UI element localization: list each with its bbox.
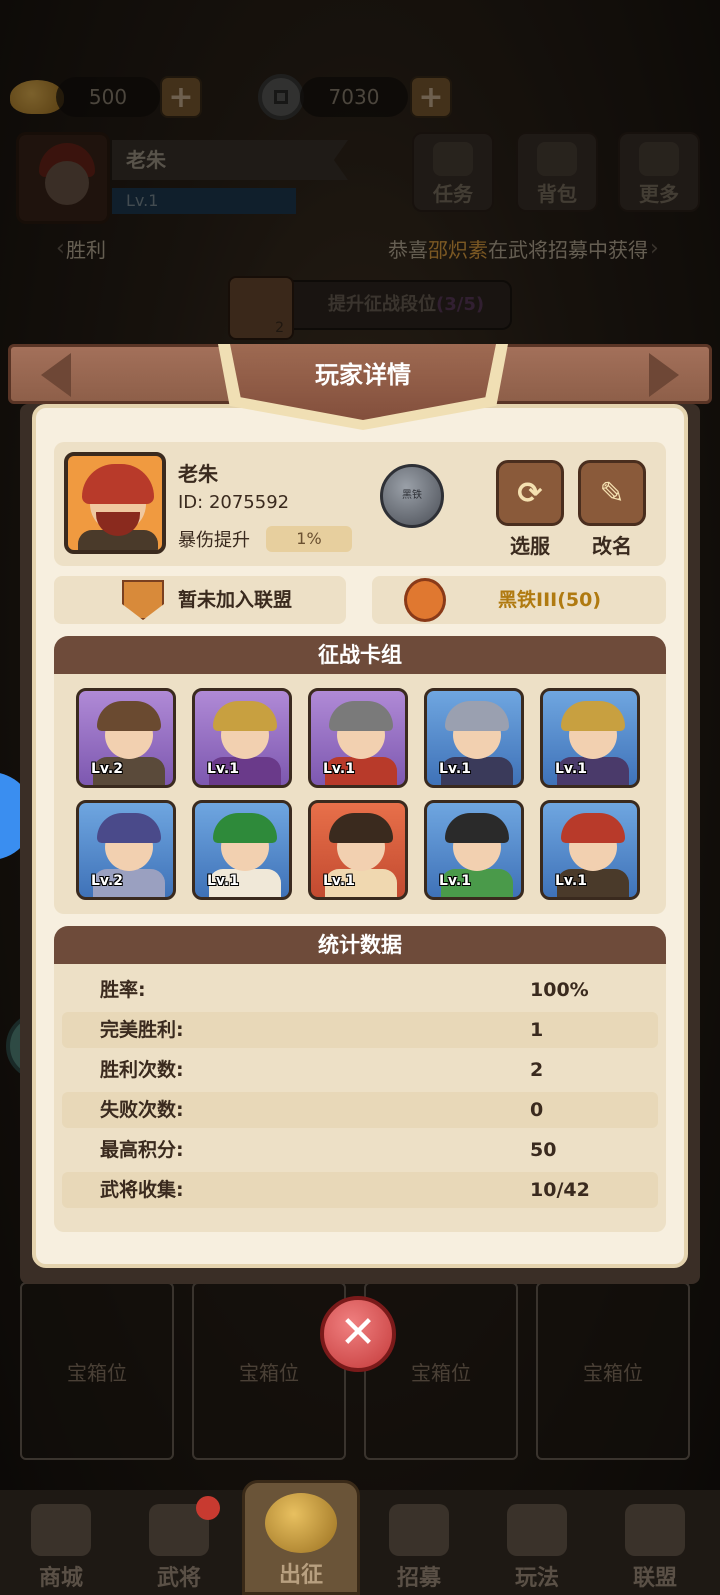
- avatar-hair: [82, 464, 154, 504]
- hero-card[interactable]: Lv.1: [540, 800, 640, 900]
- pencil-icon: ✎: [599, 475, 625, 511]
- battle-icon: [265, 1493, 337, 1553]
- chest-slot-4[interactable]: 宝箱位: [536, 1282, 690, 1460]
- chest-slot-2[interactable]: 宝箱位: [192, 1282, 346, 1460]
- nav-shop[interactable]: 商城: [6, 1496, 116, 1595]
- shop-icon: [31, 1504, 91, 1556]
- nav-heroes-label: 武将: [156, 1566, 201, 1591]
- stat-label: 武将收集:: [100, 1179, 184, 1201]
- hero-level: Lv.1: [439, 873, 471, 889]
- player-avatar[interactable]: [64, 452, 166, 554]
- player-name: 老朱: [178, 462, 218, 486]
- hero-card[interactable]: Lv.1: [540, 688, 640, 788]
- hero-hair: [329, 813, 393, 843]
- hero-level: Lv.1: [323, 761, 355, 777]
- nav-alliance-label: 联盟: [632, 1566, 677, 1591]
- recruit-scroll-icon: [389, 1504, 449, 1556]
- hero-card[interactable]: Lv.2: [76, 688, 176, 788]
- stat-row-high-score: 最高积分: 50: [62, 1132, 658, 1168]
- hero-level: Lv.1: [323, 873, 355, 889]
- close-button[interactable]: ✕: [320, 1296, 396, 1372]
- nav-recruit-label: 招募: [396, 1566, 441, 1591]
- deck-section-header: 征战卡组: [54, 636, 666, 674]
- hero-level: Lv.1: [439, 761, 471, 777]
- stat-row-perfect-wins: 完美胜利: 1: [62, 1012, 658, 1048]
- hero-level: Lv.2: [91, 873, 123, 889]
- stat-value: 1: [530, 1019, 544, 1041]
- nav-modes[interactable]: 玩法: [482, 1496, 592, 1595]
- stat-label: 胜率:: [100, 979, 146, 1001]
- stat-value: 0: [530, 1099, 544, 1121]
- stat-row-collection: 武将收集: 10/42: [62, 1172, 658, 1208]
- stat-value: 100%: [530, 979, 589, 1001]
- stat-value: 2: [530, 1059, 544, 1081]
- hero-hair: [561, 701, 625, 731]
- nav-modes-label: 玩法: [514, 1566, 559, 1591]
- hero-card[interactable]: Lv.2: [76, 800, 176, 900]
- hero-hair: [329, 701, 393, 731]
- hero-hair: [213, 701, 277, 731]
- alliance-status: 暂未加入联盟: [178, 589, 293, 611]
- select-server-button[interactable]: ⟳: [496, 460, 564, 526]
- chest-slot-1[interactable]: 宝箱位: [20, 1282, 174, 1460]
- stat-label: 失败次数:: [100, 1099, 184, 1121]
- stat-label: 完美胜利:: [100, 1019, 184, 1041]
- nav-alliance[interactable]: 联盟: [600, 1496, 710, 1595]
- nav-battle-label: 出征: [278, 1563, 323, 1588]
- hero-hair: [445, 701, 509, 731]
- banner-left-arrow-icon: [41, 353, 71, 397]
- nav-shop-label: 商城: [38, 1566, 83, 1591]
- hero-level: Lv.1: [555, 873, 587, 889]
- rank-pouch-icon: [404, 578, 446, 622]
- hero-level: Lv.1: [207, 761, 239, 777]
- alliance-row[interactable]: 暂未加入联盟: [54, 576, 346, 624]
- hero-card[interactable]: Lv.1: [192, 800, 292, 900]
- hero-hair: [97, 813, 161, 843]
- hero-card[interactable]: Lv.1: [424, 800, 524, 900]
- alliance-flag-icon: [625, 1504, 685, 1556]
- hero-hair: [213, 813, 277, 843]
- crit-bonus-value: 1%: [266, 526, 352, 552]
- stat-value: 10/42: [530, 1179, 590, 1201]
- rank-medal-icon: 黑铁: [380, 464, 444, 528]
- nav-recruit[interactable]: 招募: [364, 1496, 474, 1595]
- rename-button[interactable]: ✎: [578, 460, 646, 526]
- stats-section-header: 统计数据: [54, 926, 666, 964]
- temple-icon: [507, 1504, 567, 1556]
- hero-hair: [445, 813, 509, 843]
- crit-bonus-label: 暴伤提升: [178, 530, 250, 551]
- banner-right-arrow-icon: [649, 353, 679, 397]
- hero-level: Lv.2: [91, 761, 123, 777]
- stat-value: 50: [530, 1139, 557, 1161]
- stat-row-win-rate: 胜率: 100%: [62, 972, 658, 1008]
- hero-hair: [561, 813, 625, 843]
- notification-dot: [196, 1496, 220, 1520]
- rank-value: 黑铁III(50): [498, 589, 602, 611]
- select-server-label: 选服: [510, 534, 550, 558]
- stat-label: 最高积分:: [100, 1139, 184, 1161]
- stat-row-wins: 胜利次数: 2: [62, 1052, 658, 1088]
- hero-card[interactable]: Lv.1: [308, 800, 408, 900]
- hero-card[interactable]: Lv.1: [424, 688, 524, 788]
- hero-level: Lv.1: [555, 761, 587, 777]
- hero-hair: [97, 701, 161, 731]
- player-id: ID: 2075592: [178, 492, 290, 513]
- rename-label: 改名: [592, 534, 632, 558]
- hero-card[interactable]: Lv.1: [308, 688, 408, 788]
- stat-row-losses: 失败次数: 0: [62, 1092, 658, 1128]
- hero-card[interactable]: Lv.1: [192, 688, 292, 788]
- nav-battle[interactable]: 出征: [242, 1480, 360, 1595]
- hero-level: Lv.1: [207, 873, 239, 889]
- stat-label: 胜利次数:: [100, 1059, 184, 1081]
- refresh-icon: ⟳: [517, 475, 543, 511]
